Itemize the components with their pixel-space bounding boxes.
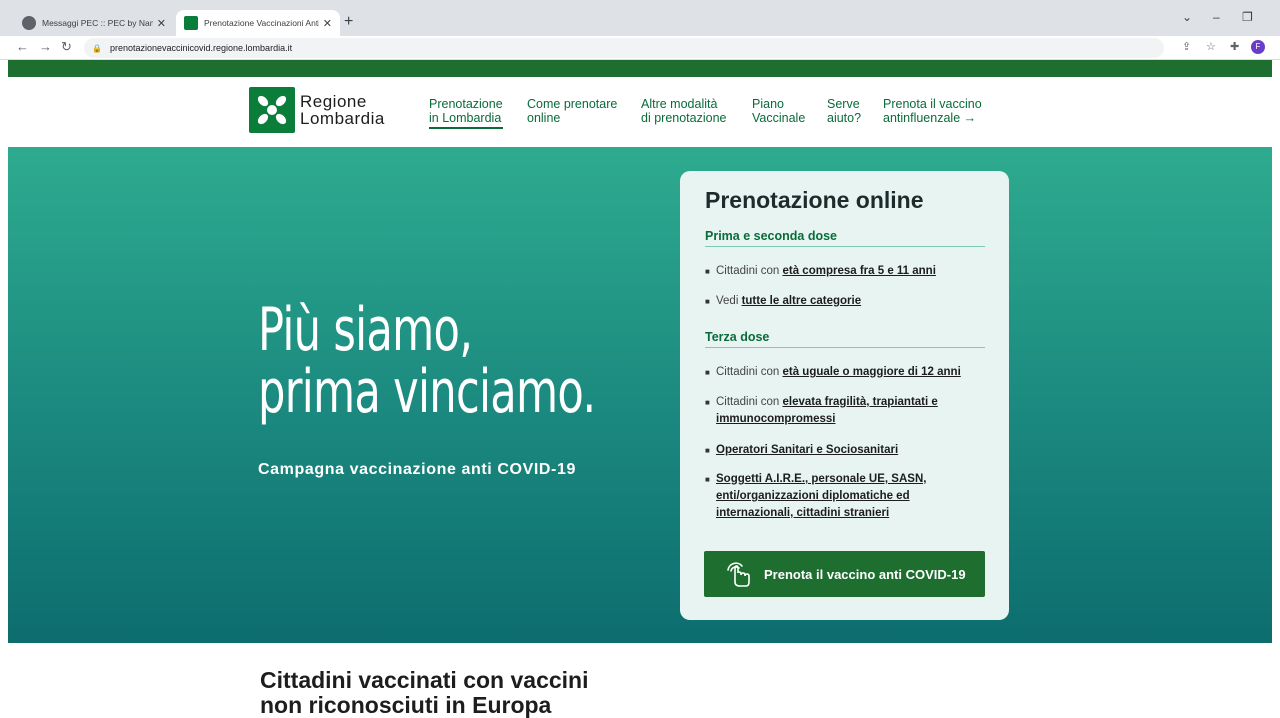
headline-line: Più siamo, — [258, 295, 473, 365]
new-tab-icon[interactable]: + — [344, 13, 353, 31]
bullet-icon: ■ — [705, 297, 710, 306]
back-icon[interactable]: ← — [16, 39, 29, 54]
link-soggetti-aire[interactable]: Soggetti A.I.R.E., personale UE, SASN, e… — [716, 473, 926, 519]
tab-title: Messaggi PEC :: PEC by Namirial — [42, 18, 153, 28]
bullet-icon: ■ — [705, 267, 710, 276]
list-item: ■ Cittadini con età compresa fra 5 e 11 … — [705, 263, 985, 280]
url-input[interactable]: 🔒 prenotazionevaccinicovid.regione.lomba… — [84, 38, 1164, 58]
url-text: prenotazionevaccinicovid.regione.lombard… — [109, 43, 293, 53]
campaign-subtitle: Campagna vaccinazione anti COVID-19 — [258, 461, 576, 478]
tab-vaccinazioni[interactable]: Prenotazione Vaccinazioni Anti C ✕ — [176, 10, 340, 36]
bookmark-star-icon[interactable]: ☆ — [1206, 40, 1216, 53]
reload-icon[interactable]: ↻ — [61, 39, 72, 55]
tab-title: Prenotazione Vaccinazioni Anti C — [204, 18, 319, 28]
logo-wordmark[interactable]: Regione Lombardia — [300, 93, 385, 127]
nav-label: Vaccinale — [752, 111, 806, 125]
link-eta-5-11[interactable]: età compresa fra 5 e 11 anni — [782, 265, 935, 277]
nav-label: in Lombardia — [429, 111, 502, 125]
nav-label: aiuto? — [827, 111, 862, 125]
nav-serve-aiuto[interactable]: Serve aiuto? — [827, 97, 861, 125]
top-green-strip — [8, 60, 1272, 77]
list-item: ■ Cittadini con età uguale o maggiore di… — [705, 364, 985, 381]
section-prima-seconda-dose: Prima e seconda dose — [705, 229, 985, 247]
list-item: ■ Vedi tutte le altre categorie — [705, 293, 985, 310]
link-altre-categorie[interactable]: tutte le altre categorie — [742, 295, 862, 307]
address-bar: ← → ↻ 🔒 prenotazionevaccinicovid.regione… — [0, 36, 1280, 60]
bullet-icon: ■ — [705, 398, 710, 407]
item-prefix: Cittadini con — [716, 366, 783, 378]
list-item: ■ Soggetti A.I.R.E., personale UE, SASN,… — [705, 471, 985, 522]
browser-tab-bar: Messaggi PEC :: PEC by Namirial ✕ Prenot… — [0, 0, 1280, 36]
nav-label: Prenotazione — [429, 97, 503, 111]
pec-favicon-icon — [22, 16, 36, 30]
nav-label: Prenota il vaccino — [883, 97, 982, 111]
nav-label: Serve — [827, 97, 860, 111]
nav-label: Piano — [752, 97, 784, 111]
nav-altre-modalita[interactable]: Altre modalità di prenotazione — [641, 97, 726, 125]
bullet-icon: ■ — [705, 475, 710, 484]
headline-line: prima vinciamo. — [258, 357, 596, 427]
close-tab-icon[interactable]: ✕ — [323, 17, 332, 30]
profile-avatar[interactable]: F — [1251, 40, 1265, 54]
tab-search-icon[interactable]: ⌄ — [1182, 10, 1192, 24]
list-item: ■ Operatori Sanitari e Sociosanitari — [705, 442, 985, 459]
logo-line2: Lombardia — [300, 109, 385, 128]
nav-label: Altre modalità — [641, 97, 718, 111]
section-terza-dose: Terza dose — [705, 330, 985, 348]
restore-icon[interactable]: ❐ — [1242, 10, 1253, 24]
list-item: ■ Cittadini con elevata fragilità, trapi… — [705, 394, 985, 428]
site-header: Regione Lombardia Prenotazione in Lombar… — [8, 77, 1272, 147]
section-title-vaccini-non-riconosciuti: Cittadini vaccinati con vaccini non rico… — [260, 668, 589, 718]
prenota-vaccino-button[interactable]: Prenota il vaccino anti COVID-19 — [704, 551, 985, 597]
link-eta-12[interactable]: età uguale o maggiore di 12 anni — [782, 366, 960, 378]
hero-section: Più siamo, prima vinciamo. Campagna vacc… — [8, 147, 1272, 643]
logo-line1: Regione — [300, 92, 367, 111]
link-operatori-sanitari[interactable]: Operatori Sanitari e Sociosanitari — [716, 444, 898, 456]
forward-icon[interactable]: → — [39, 39, 52, 54]
lombardia-favicon-icon — [184, 16, 198, 30]
bullet-icon: ■ — [705, 446, 710, 455]
close-tab-icon[interactable]: ✕ — [157, 17, 166, 30]
nav-label: antinfluenzale → — [883, 111, 977, 125]
share-icon[interactable]: ⇪ — [1182, 40, 1191, 53]
extensions-icon[interactable]: ✚ — [1230, 40, 1239, 53]
minimize-icon[interactable]: – — [1213, 10, 1220, 24]
item-prefix: Cittadini con — [716, 396, 783, 408]
item-prefix: Cittadini con — [716, 265, 783, 277]
tab-pec[interactable]: Messaggi PEC :: PEC by Namirial ✕ — [14, 10, 174, 36]
title-line: Cittadini vaccinati con vaccini — [260, 667, 589, 693]
nav-piano-vaccinale[interactable]: Piano Vaccinale — [752, 97, 805, 125]
nav-label: Come prenotare — [527, 97, 618, 111]
cta-label: Prenota il vaccino anti COVID-19 — [764, 566, 966, 582]
touch-hand-icon — [727, 562, 750, 587]
item-prefix: Vedi — [716, 295, 742, 307]
hero-headline: Più siamo, prima vinciamo. — [258, 295, 596, 427]
card-title: Prenotazione online — [705, 187, 924, 213]
lock-icon: 🔒 — [92, 43, 102, 53]
nav-prenotazione-in-lombardia[interactable]: Prenotazione in Lombardia — [429, 97, 503, 129]
booking-card: Prenotazione online Prima e seconda dose… — [680, 171, 1009, 620]
nav-come-prenotare-online[interactable]: Come prenotare online — [527, 97, 617, 125]
nav-vaccino-antinfluenzale[interactable]: Prenota il vaccino antinfluenzale → — [883, 97, 982, 125]
title-line: non riconosciuti in Europa — [260, 692, 552, 718]
bullet-icon: ■ — [705, 368, 710, 377]
regione-lombardia-logo-icon[interactable] — [249, 87, 295, 133]
nav-label: di prenotazione — [641, 111, 727, 125]
nav-label: online — [527, 111, 561, 125]
